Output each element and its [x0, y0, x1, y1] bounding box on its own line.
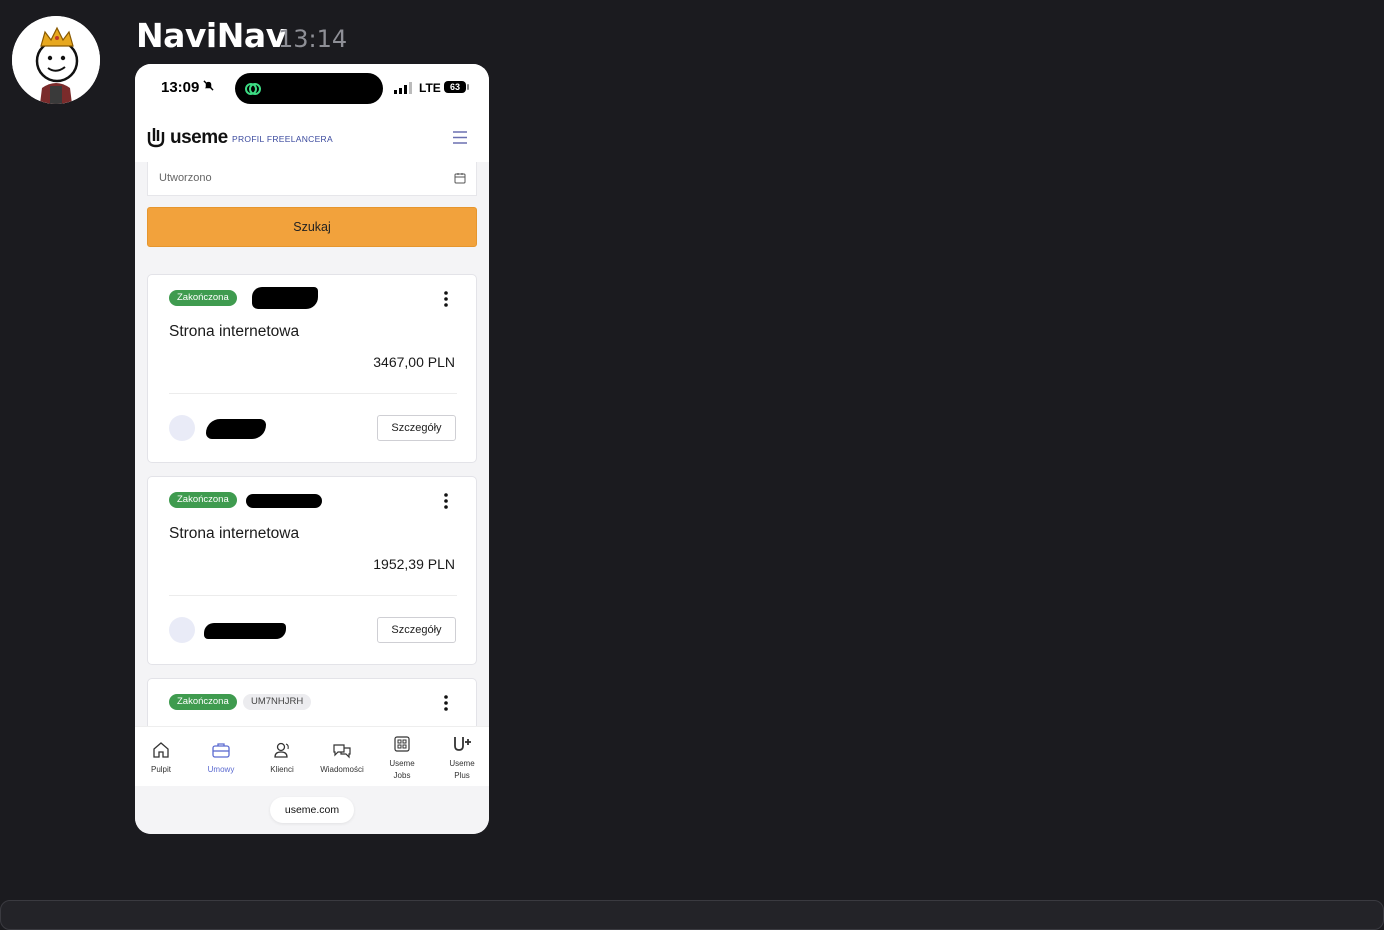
useme-logo-icon — [147, 128, 165, 148]
dynamic-island — [235, 73, 383, 104]
details-button[interactable]: Szczegóły — [377, 415, 456, 441]
contract-card[interactable]: Zakończona Strona internetowa 3467,00 PL… — [147, 274, 477, 463]
users-icon — [274, 742, 289, 758]
nav-item-useme-plus[interactable]: Useme Plus — [432, 727, 489, 787]
nav-label: Useme Plus — [449, 759, 475, 780]
nav-item-wiadomosci[interactable]: Wiadomości — [312, 727, 372, 787]
app-logo-text: useme — [170, 127, 228, 148]
hamburger-menu-icon[interactable] — [452, 130, 468, 145]
status-badge: Zakończona — [169, 290, 237, 306]
contract-title: Strona internetowa — [169, 323, 300, 340]
more-options-icon[interactable] — [440, 492, 452, 510]
date-placeholder: Utworzono — [159, 172, 212, 184]
status-badge: Zakończona — [169, 492, 237, 508]
network-type: LTE — [419, 81, 441, 95]
redacted-client-name — [206, 419, 266, 439]
card-divider — [169, 595, 457, 596]
phone-status-bar: 13:09 LTE 63 — [135, 64, 489, 112]
contract-amount: 1952,39 PLN — [373, 556, 455, 572]
nav-label: Useme Jobs — [389, 759, 415, 780]
home-icon — [153, 742, 169, 758]
nav-label: Umowy — [207, 765, 235, 774]
contract-amount: 3467,00 PLN — [373, 354, 455, 370]
nav-label: Klienci — [270, 765, 294, 774]
redacted-client-name — [204, 623, 286, 639]
contract-code-badge: UM7NHJRH — [243, 694, 312, 710]
card-divider — [169, 393, 457, 394]
message-timestamp: 13:14 — [278, 25, 348, 53]
browser-url-bar: useme.com — [135, 786, 489, 834]
chat-icon — [333, 744, 351, 759]
link-icon — [245, 83, 261, 95]
grid-icon — [394, 736, 410, 752]
useme-plus-icon — [454, 737, 471, 751]
contract-card[interactable]: Zakończona Strona internetowa 1952,39 PL… — [147, 476, 477, 665]
nav-item-umowy[interactable]: Umowy — [191, 727, 251, 787]
nav-item-klienci[interactable]: Klienci — [252, 727, 312, 787]
bottom-navigation: Pulpit Umowy Klienci Wiadomości Useme Jo… — [135, 726, 489, 787]
redacted-text — [252, 287, 318, 309]
message-username[interactable]: NaviNav — [136, 16, 287, 55]
created-date-field[interactable]: Utworzono — [147, 162, 477, 196]
battery-indicator: 63 — [444, 81, 466, 93]
calendar-icon[interactable] — [454, 172, 466, 184]
search-button[interactable]: Szukaj — [147, 207, 477, 247]
nav-item-useme-jobs[interactable]: Useme Jobs — [372, 727, 432, 787]
status-time: 13:09 — [161, 79, 200, 96]
details-button[interactable]: Szczegóły — [377, 617, 456, 643]
url-address[interactable]: useme.com — [270, 797, 354, 823]
more-options-icon[interactable] — [440, 694, 452, 712]
client-avatar — [169, 617, 195, 643]
nav-label: Pulpit — [150, 765, 171, 774]
client-avatar — [169, 415, 195, 441]
contract-title: Strona internetowa — [169, 525, 300, 542]
signal-icon — [394, 82, 412, 94]
attached-screenshot[interactable]: 13:09 LTE 63 useme PROFIL FREELANCERA Ut… — [135, 64, 489, 834]
nav-item-pulpit[interactable]: Pulpit — [135, 727, 191, 787]
contracts-list: Utworzono Szukaj Zakończona Strona inter… — [135, 162, 489, 790]
briefcase-icon — [212, 743, 230, 758]
avatar-image — [12, 16, 100, 104]
nav-label: Wiadomości — [320, 765, 364, 774]
status-badge: Zakończona — [169, 694, 237, 710]
battery-tip — [467, 84, 469, 90]
user-avatar[interactable] — [12, 16, 100, 104]
mute-bell-icon — [203, 80, 214, 91]
app-header: useme PROFIL FREELANCERA — [135, 112, 489, 163]
redacted-text — [246, 494, 322, 508]
profile-label: PROFIL FREELANCERA — [232, 134, 333, 144]
more-options-icon[interactable] — [440, 290, 452, 308]
